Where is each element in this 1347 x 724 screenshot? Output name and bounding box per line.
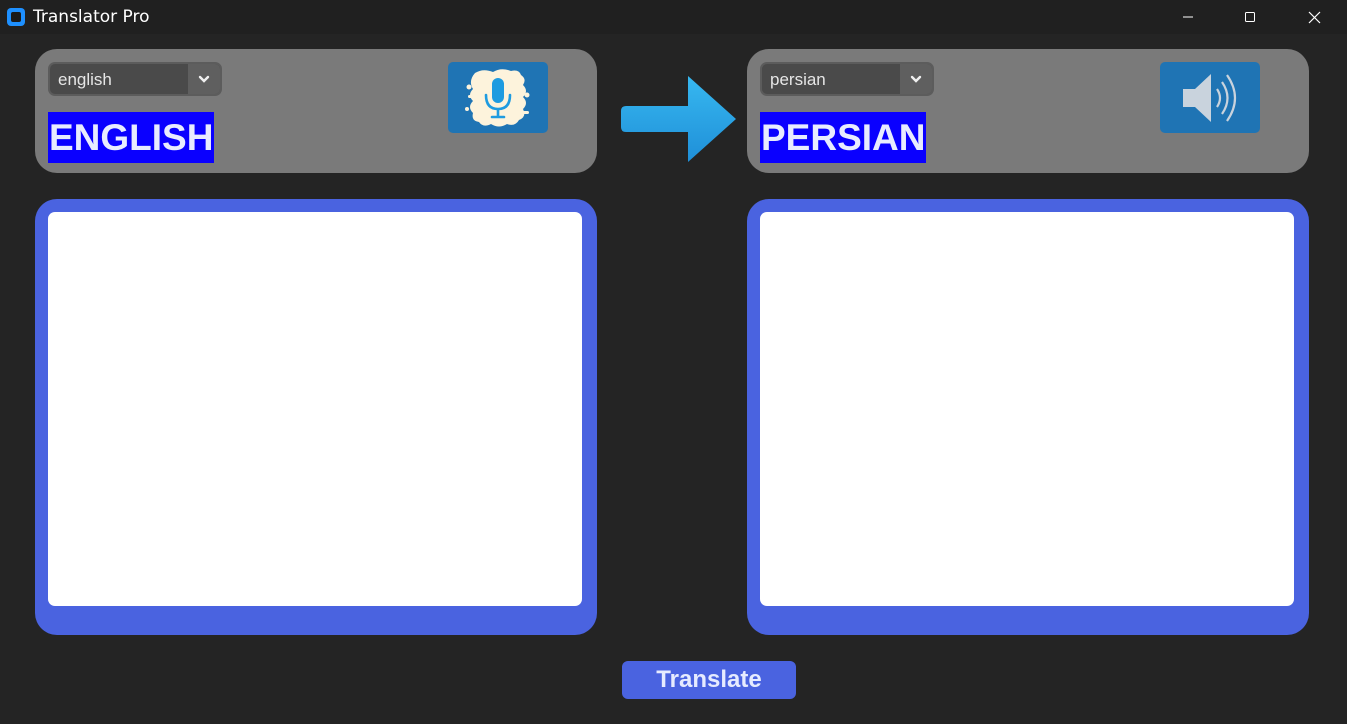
source-text-input[interactable] [48, 212, 582, 606]
minimize-button[interactable] [1158, 0, 1218, 34]
source-language-panel: english ENGLISH [35, 49, 597, 173]
translation-direction-arrow [620, 72, 740, 167]
source-language-label: ENGLISH [48, 112, 215, 163]
target-text-frame [747, 199, 1309, 635]
target-text-output[interactable] [760, 212, 1294, 606]
source-language-value: english [58, 70, 112, 89]
title-bar: Translator Pro [0, 0, 1347, 34]
chevron-down-icon [910, 75, 922, 83]
window-title: Translator Pro [33, 7, 150, 27]
minimize-icon [1183, 16, 1193, 18]
translate-button[interactable]: Translate [622, 661, 796, 699]
close-button[interactable] [1284, 0, 1344, 34]
chevron-down-icon [198, 75, 210, 83]
maximize-button[interactable] [1220, 0, 1280, 34]
microphone-icon [465, 68, 530, 126]
target-language-label: PERSIAN [760, 112, 927, 163]
maximize-icon [1245, 12, 1255, 22]
target-language-dropdown[interactable]: persian [760, 62, 934, 96]
source-language-dropdown[interactable]: english [48, 62, 222, 96]
speaker-button[interactable] [1160, 62, 1260, 133]
close-icon [1308, 11, 1320, 23]
source-text-frame [35, 199, 597, 635]
arrow-right-icon [621, 76, 736, 162]
source-dropdown-toggle[interactable] [188, 64, 220, 94]
target-language-value: persian [770, 70, 826, 89]
speaker-icon [1183, 73, 1237, 122]
microphone-button[interactable] [448, 62, 548, 133]
app-logo-icon [7, 8, 25, 26]
target-dropdown-toggle[interactable] [900, 64, 932, 94]
target-language-panel: persian PERSIAN [747, 49, 1309, 173]
